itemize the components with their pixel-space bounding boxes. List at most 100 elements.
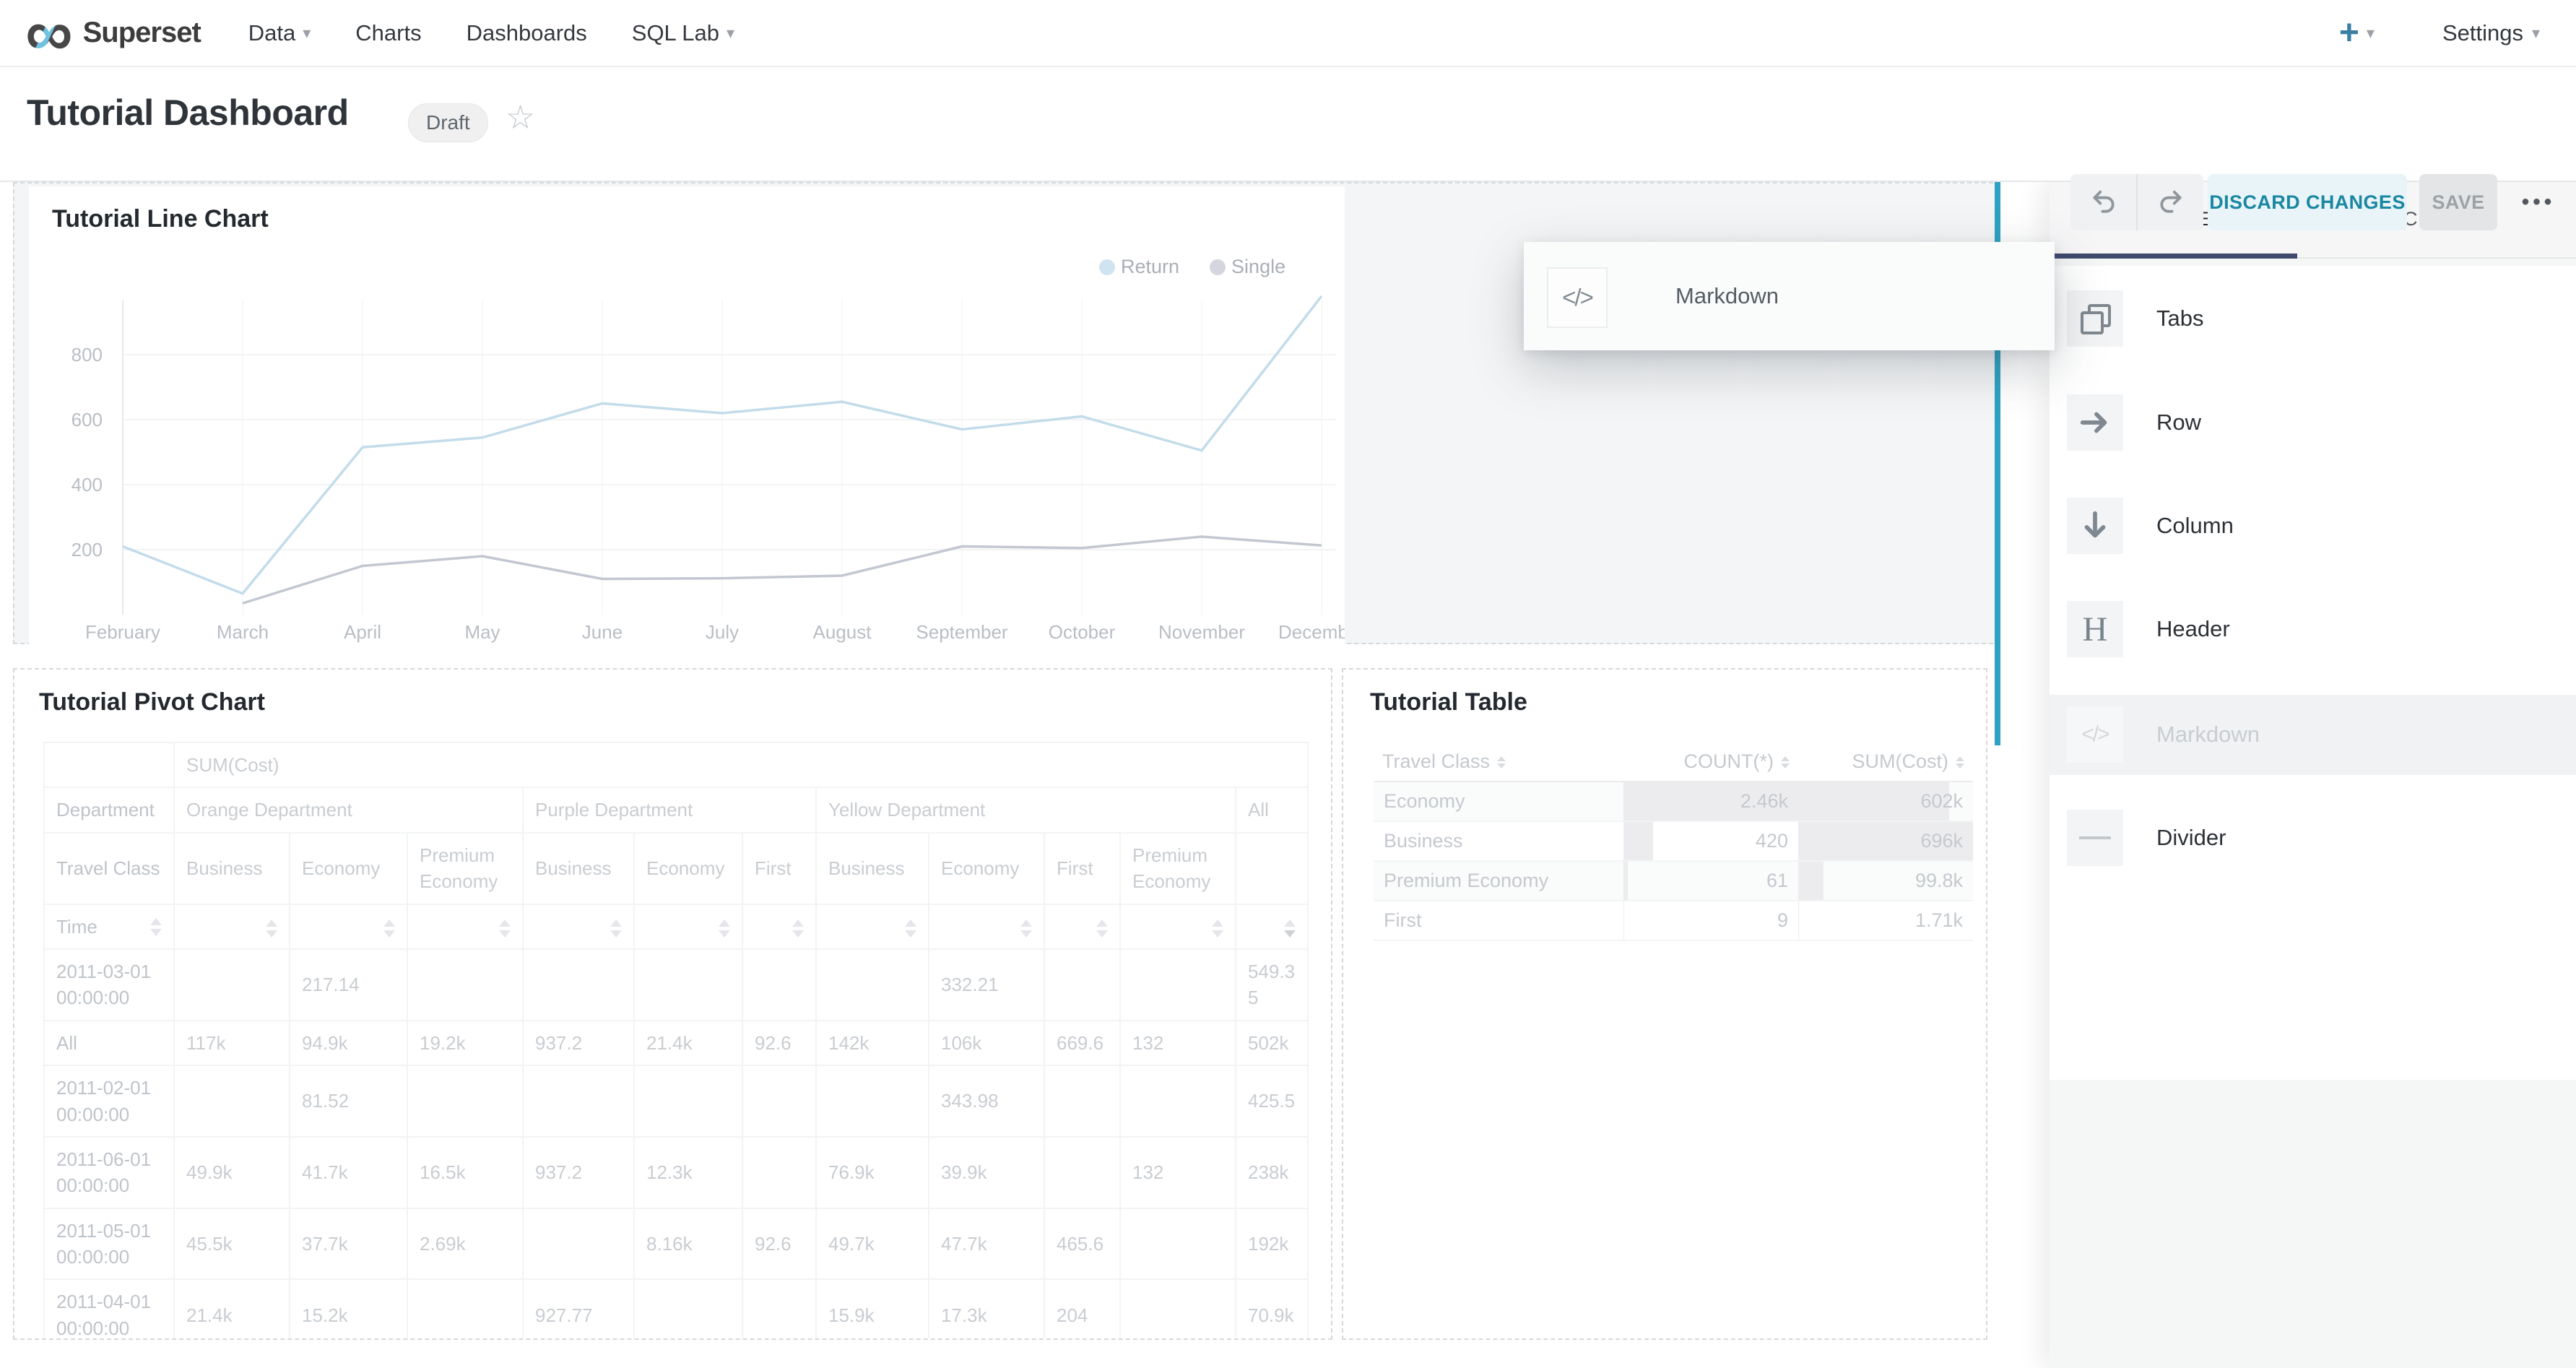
line-chart: 200400600800FebruaryMarchAprilMayJuneJul… — [29, 282, 1345, 643]
sort-icon[interactable] — [792, 919, 804, 938]
sidebar-item-header[interactable]: HHeader — [2050, 589, 2576, 669]
pivot-cell: 15.2k — [290, 1279, 407, 1340]
new-item-button[interactable]: + ▾ — [2339, 16, 2375, 51]
builder-sidebar: COMPONENTSCHARTS TabsRowColumnHHeader</>… — [2050, 181, 2576, 1368]
pivot-col-header: Business — [174, 833, 290, 904]
svg-text:June: June — [582, 621, 623, 643]
pivot-cell: 37.7k — [290, 1208, 407, 1280]
sort-icon[interactable] — [610, 919, 622, 938]
favorite-star-icon[interactable]: ☆ — [506, 98, 535, 137]
pivot-cell — [1044, 1065, 1120, 1137]
sort-icon[interactable] — [1497, 756, 1506, 769]
chevron-down-icon: ▾ — [727, 24, 734, 43]
page-title[interactable]: Tutorial Dashboard — [27, 92, 349, 134]
pivot-cell — [742, 1137, 816, 1208]
sort-icon[interactable] — [1781, 756, 1790, 769]
markdown-drag-preview[interactable]: </> Markdown — [1524, 242, 2055, 350]
pivot-chart-card[interactable]: Tutorial Pivot Chart SUM(Cost)Department… — [13, 668, 1332, 1340]
sort-desc-icon[interactable] — [1284, 919, 1296, 938]
sort-icon[interactable] — [905, 919, 916, 938]
component-label: Header — [2156, 589, 2230, 669]
table-cell: 602k — [1798, 782, 1973, 821]
sidebar-item-column[interactable]: Column — [2050, 486, 2576, 566]
pivot-cell: 94.9k — [290, 1021, 407, 1065]
nav-item-sql-lab[interactable]: SQL Lab▾ — [632, 20, 734, 46]
sidebar-item-markdown[interactable]: </>Markdown — [2050, 695, 2576, 775]
settings-label: Settings — [2442, 20, 2523, 46]
sidebar-item-divider[interactable]: Divider — [2050, 798, 2576, 878]
save-button[interactable]: SAVE — [2419, 174, 2497, 230]
pivot-cell — [742, 1279, 816, 1340]
pivot-cell: 21.4k — [174, 1279, 290, 1340]
pivot-cell: 17.3k — [929, 1279, 1044, 1340]
svg-text:October: October — [1049, 621, 1116, 643]
table-cell: 696k — [1798, 821, 1973, 861]
pivot-cell — [407, 1065, 523, 1137]
svg-text:600: 600 — [71, 409, 103, 430]
superset-brand[interactable]: ∞ Superset — [25, 12, 201, 55]
component-label: Tabs — [2156, 279, 2203, 358]
column-header[interactable]: SUM(Cost) — [1798, 742, 1973, 782]
svg-text:September: September — [916, 621, 1008, 643]
pivot-cell — [634, 1279, 742, 1340]
table-cell: Premium Economy — [1374, 861, 1623, 901]
discard-changes-button[interactable]: DISCARD CHANGES — [2208, 174, 2407, 230]
pivot-sort-row: Time — [44, 904, 1308, 949]
line-chart-card[interactable]: Tutorial Line Chart ReturnSingle 2004006… — [29, 186, 1345, 644]
nav-item-dashboards[interactable]: Dashboards — [467, 20, 587, 46]
component-label: Row — [2156, 383, 2201, 462]
pivot-cell: 92.6 — [742, 1021, 816, 1065]
sort-icon[interactable] — [499, 919, 511, 938]
pivot-group-header: Orange Department — [174, 787, 523, 832]
divider-icon — [2079, 836, 2111, 839]
pivot-cell — [523, 1208, 634, 1280]
redo-icon — [2157, 189, 2185, 216]
table-cell: 61 — [1623, 861, 1798, 901]
pivot-cell: 927.77 — [523, 1279, 634, 1340]
settings-menu[interactable]: Settings ▾ — [2442, 20, 2540, 46]
pivot-data-row: 2011-04-01 00:00:0021.4k15.2k927.7715.9k… — [44, 1279, 1308, 1340]
sidebar-item-tabs[interactable]: Tabs — [2050, 279, 2576, 358]
sort-icon[interactable] — [1212, 919, 1223, 938]
sort-icon[interactable] — [266, 919, 277, 938]
legend-item-return[interactable]: Return — [1099, 256, 1179, 278]
navbar-right: + ▾ Settings ▾ — [2339, 16, 2540, 51]
pivot-cell — [1120, 1065, 1236, 1137]
column-header[interactable]: COUNT(*) — [1623, 742, 1798, 782]
sort-icon[interactable] — [719, 919, 730, 938]
chart-legend: Return Single — [1099, 256, 1285, 278]
redo-button[interactable] — [2136, 174, 2203, 230]
table-cell: 420 — [1623, 821, 1798, 861]
legend-item-single[interactable]: Single — [1210, 256, 1285, 278]
sort-icon[interactable] — [1096, 919, 1108, 938]
pivot-col-header: Business — [816, 833, 929, 904]
pivot-cell: 217.14 — [290, 949, 407, 1021]
table-chart-card[interactable]: Tutorial Table Travel ClassCOUNT(*)SUM(C… — [1342, 668, 1987, 1340]
undo-button[interactable] — [2070, 174, 2136, 230]
pivot-col-header: Economy — [290, 833, 407, 904]
pivot-cell — [742, 1065, 816, 1137]
sort-icon[interactable] — [1956, 756, 1964, 769]
pivot-col-header: Economy — [634, 833, 742, 904]
pivot-col-header: First — [742, 833, 816, 904]
chart-title: Tutorial Table — [1370, 688, 1527, 717]
pivot-cell — [634, 1065, 742, 1137]
table-header-row: Travel ClassCOUNT(*)SUM(Cost) — [1374, 742, 1973, 782]
undo-redo-group — [2070, 174, 2203, 230]
pivot-data-row: 2011-02-01 00:00:0081.52343.98425.5 — [44, 1065, 1308, 1137]
column-header[interactable]: Travel Class — [1374, 742, 1623, 782]
nav-item-charts[interactable]: Charts — [355, 20, 421, 46]
pivot-cell — [174, 1065, 290, 1137]
sort-icon[interactable] — [150, 918, 162, 936]
sort-icon[interactable] — [383, 919, 395, 938]
pivot-cell: 41.7k — [290, 1137, 407, 1208]
more-options-button[interactable]: ••• — [2513, 174, 2564, 230]
sort-icon[interactable] — [1020, 919, 1032, 938]
svg-text:December: December — [1278, 621, 1345, 643]
pivot-cell — [742, 949, 816, 1021]
sidebar-item-row[interactable]: Row — [2050, 383, 2576, 462]
nav-item-data[interactable]: Data▾ — [248, 20, 311, 46]
pivot-cell: 106k — [929, 1021, 1044, 1065]
superset-logo-icon: ∞ — [25, 12, 73, 55]
nav-item-label: Dashboards — [467, 20, 587, 46]
